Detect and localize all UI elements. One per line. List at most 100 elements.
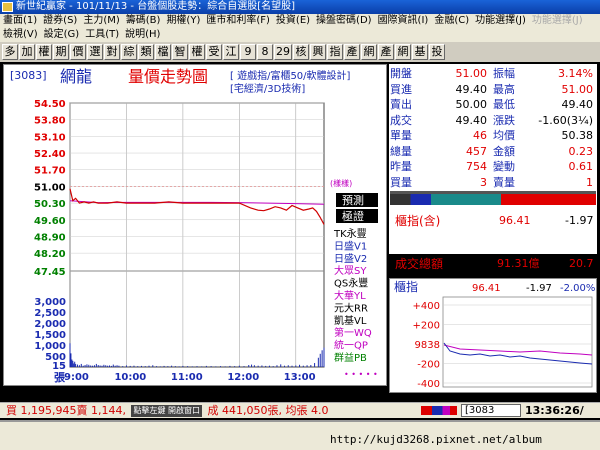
quote-label-6: 昨量	[390, 160, 412, 173]
quote-label2-3: 漲跌	[493, 113, 515, 127]
quote-value-4: 46	[473, 129, 487, 142]
toolbar-button-8[interactable]: 類	[138, 44, 154, 60]
quote-value2-6: 0.61	[568, 160, 594, 173]
menu-a-6[interactable]: 投資(E)	[276, 14, 310, 28]
toolbar-button-17[interactable]: 核	[293, 44, 309, 60]
sidebar-tab-label-0: 預測	[342, 193, 364, 207]
mini-value: 96.41	[472, 283, 501, 294]
quote-label2-7: 賣量	[493, 175, 515, 189]
menu-a-7[interactable]: 操盤密碼(D)	[316, 14, 372, 28]
volume-tick-4: 1,000	[34, 341, 66, 352]
quote-panel: 開盤 51.00 振幅 3.14% 買進 49.40 最高 51.00 賣出 50.00 最低 49.…	[389, 64, 597, 271]
toolbar-button-1[interactable]: 加	[19, 44, 35, 60]
menu-a-8[interactable]: 國際資訊(I)	[378, 14, 429, 28]
turnover-value: 91.31億	[497, 257, 540, 270]
toolbar-button-16[interactable]: 29	[274, 44, 292, 60]
quote-label-7: 買量	[390, 175, 412, 189]
toolbar-button-9[interactable]: 檔	[155, 44, 171, 60]
stock-name: 網龍	[60, 67, 92, 86]
menu-a-9[interactable]: 金融(C)	[434, 14, 469, 28]
broker-0[interactable]: TK永豐	[333, 227, 367, 240]
mini-tick-0: +400	[413, 301, 440, 312]
volume-tick-3: 1,500	[34, 330, 66, 341]
broker-3[interactable]: 大眾SY	[334, 264, 367, 277]
toolbar-button-2[interactable]: 權	[36, 44, 52, 60]
mini-tick-3: -200	[417, 360, 440, 371]
toolbar-button-21[interactable]: 網	[361, 44, 377, 60]
toolbar-button-7[interactable]: 綜	[121, 44, 137, 60]
broker-10[interactable]: 群益PB	[334, 351, 367, 364]
price-tick-5: 51.00	[34, 182, 66, 193]
price-tick-3: 52.40	[34, 149, 66, 160]
toolbar-button-14[interactable]: 9	[240, 44, 256, 60]
mini-tick-1: +200	[413, 321, 440, 332]
chart-title: 量價走勢圖	[128, 67, 208, 86]
menu-b-0[interactable]: 檢視(V)	[3, 28, 38, 42]
broker-6[interactable]: 元大RR	[334, 301, 368, 314]
toolbar-button-13[interactable]: 江	[223, 44, 239, 60]
toolbar-button-10[interactable]: 智	[172, 44, 188, 60]
sidebar-dots: • • • • •	[344, 370, 378, 379]
toolbar-button-12[interactable]: 受	[206, 44, 222, 60]
price-tick-9: 48.20	[34, 249, 66, 260]
broker-9[interactable]: 統一QP	[334, 339, 368, 352]
mini-index-line	[443, 344, 593, 356]
sidebar-tab-0[interactable]: 預測	[336, 193, 378, 207]
menu-b-3[interactable]: 說明(H)	[125, 28, 160, 42]
quote-value-2: 50.00	[455, 98, 488, 111]
toolbar-button-25[interactable]: 投	[429, 44, 445, 60]
menu-b-2[interactable]: 工具(T)	[85, 28, 119, 42]
volume-tick-2: 2,000	[34, 319, 66, 330]
toolbar-button-0[interactable]: 多	[2, 44, 18, 60]
quote-value2-0: 3.14%	[558, 67, 593, 80]
toolbar-button-18[interactable]: 興	[310, 44, 326, 60]
toolbar-button-24[interactable]: 基	[412, 44, 428, 60]
quote-value2-7: 1	[586, 175, 593, 189]
quote-value2-2: 49.40	[561, 98, 594, 111]
toolbar-button-22[interactable]: 產	[378, 44, 394, 60]
clock: 13:36:26/	[525, 404, 584, 417]
chart-canvas: [3083] 網龍 量價走勢圖 [ 遊戲指/富櫃50/軟體設計][宅經濟/3D技術] 9…	[10, 67, 378, 384]
broker-1[interactable]: 日盛V1	[334, 239, 367, 252]
menu-a-10[interactable]: 功能選擇(J)	[475, 14, 526, 28]
toolbar-button-3[interactable]: 期	[53, 44, 69, 60]
menu-a-0[interactable]: 畫面(1)	[3, 14, 37, 28]
x-tick-1: 10:00	[114, 372, 146, 383]
toolbar-button-5[interactable]: 選	[87, 44, 103, 60]
stock-code-box[interactable]: [3083	[461, 404, 521, 417]
mini-pct: -2.00%	[560, 283, 595, 294]
toolbar-button-19[interactable]: 指	[327, 44, 343, 60]
menu-a-11[interactable]: 功能選擇(J)	[532, 14, 583, 28]
broker-4[interactable]: QS永豐	[334, 277, 368, 290]
toolbar-button-23[interactable]: 網	[395, 44, 411, 60]
index-value: 96.41	[499, 214, 531, 227]
quote-label-4: 單量	[390, 129, 412, 142]
toolbar-button-20[interactable]: 產	[344, 44, 360, 60]
sidebar-tab-1[interactable]: 極證	[336, 209, 378, 223]
mini-label: 櫃指	[394, 279, 418, 294]
menu-a-4[interactable]: 期權(Y)	[166, 14, 200, 28]
menu-a-5[interactable]: 匯市和利率(F)	[206, 14, 270, 28]
quote-value-6: 754	[466, 160, 487, 173]
toolbar-button-11[interactable]: 權	[189, 44, 205, 60]
menu-a-1[interactable]: 證券(S)	[43, 14, 77, 28]
broker-8[interactable]: 第一WQ	[334, 326, 372, 339]
broker-5[interactable]: 大華YL	[334, 289, 366, 302]
watermark: http://kujd3268.pixnet.net/album	[330, 433, 542, 446]
broker-7[interactable]: 凱基VL	[334, 314, 367, 327]
mini-tick-4: -400	[417, 379, 440, 390]
toolbar-button-4[interactable]: 價	[70, 44, 86, 60]
quote-label2-4: 均價	[493, 129, 515, 142]
x-tick-2: 11:00	[171, 372, 203, 383]
related-links-1: [ 遊戲指/富櫃50/軟體設計]	[230, 69, 351, 82]
broker-2[interactable]: 日盛V2	[334, 252, 367, 265]
toolbar-button-6[interactable]: 對	[104, 44, 120, 60]
quote-value-1: 49.40	[455, 82, 488, 96]
price-tick-6: 50.30	[34, 199, 66, 210]
bid-ask-strip	[390, 191, 596, 205]
menu-a-3[interactable]: 籌碼(B)	[126, 14, 161, 28]
menu-b-1[interactable]: 設定(G)	[44, 28, 80, 42]
menu-a-2[interactable]: 主力(M)	[83, 14, 119, 28]
toolbar-button-15[interactable]: 8	[257, 44, 273, 60]
quote-label2-0: 振幅	[493, 67, 515, 80]
